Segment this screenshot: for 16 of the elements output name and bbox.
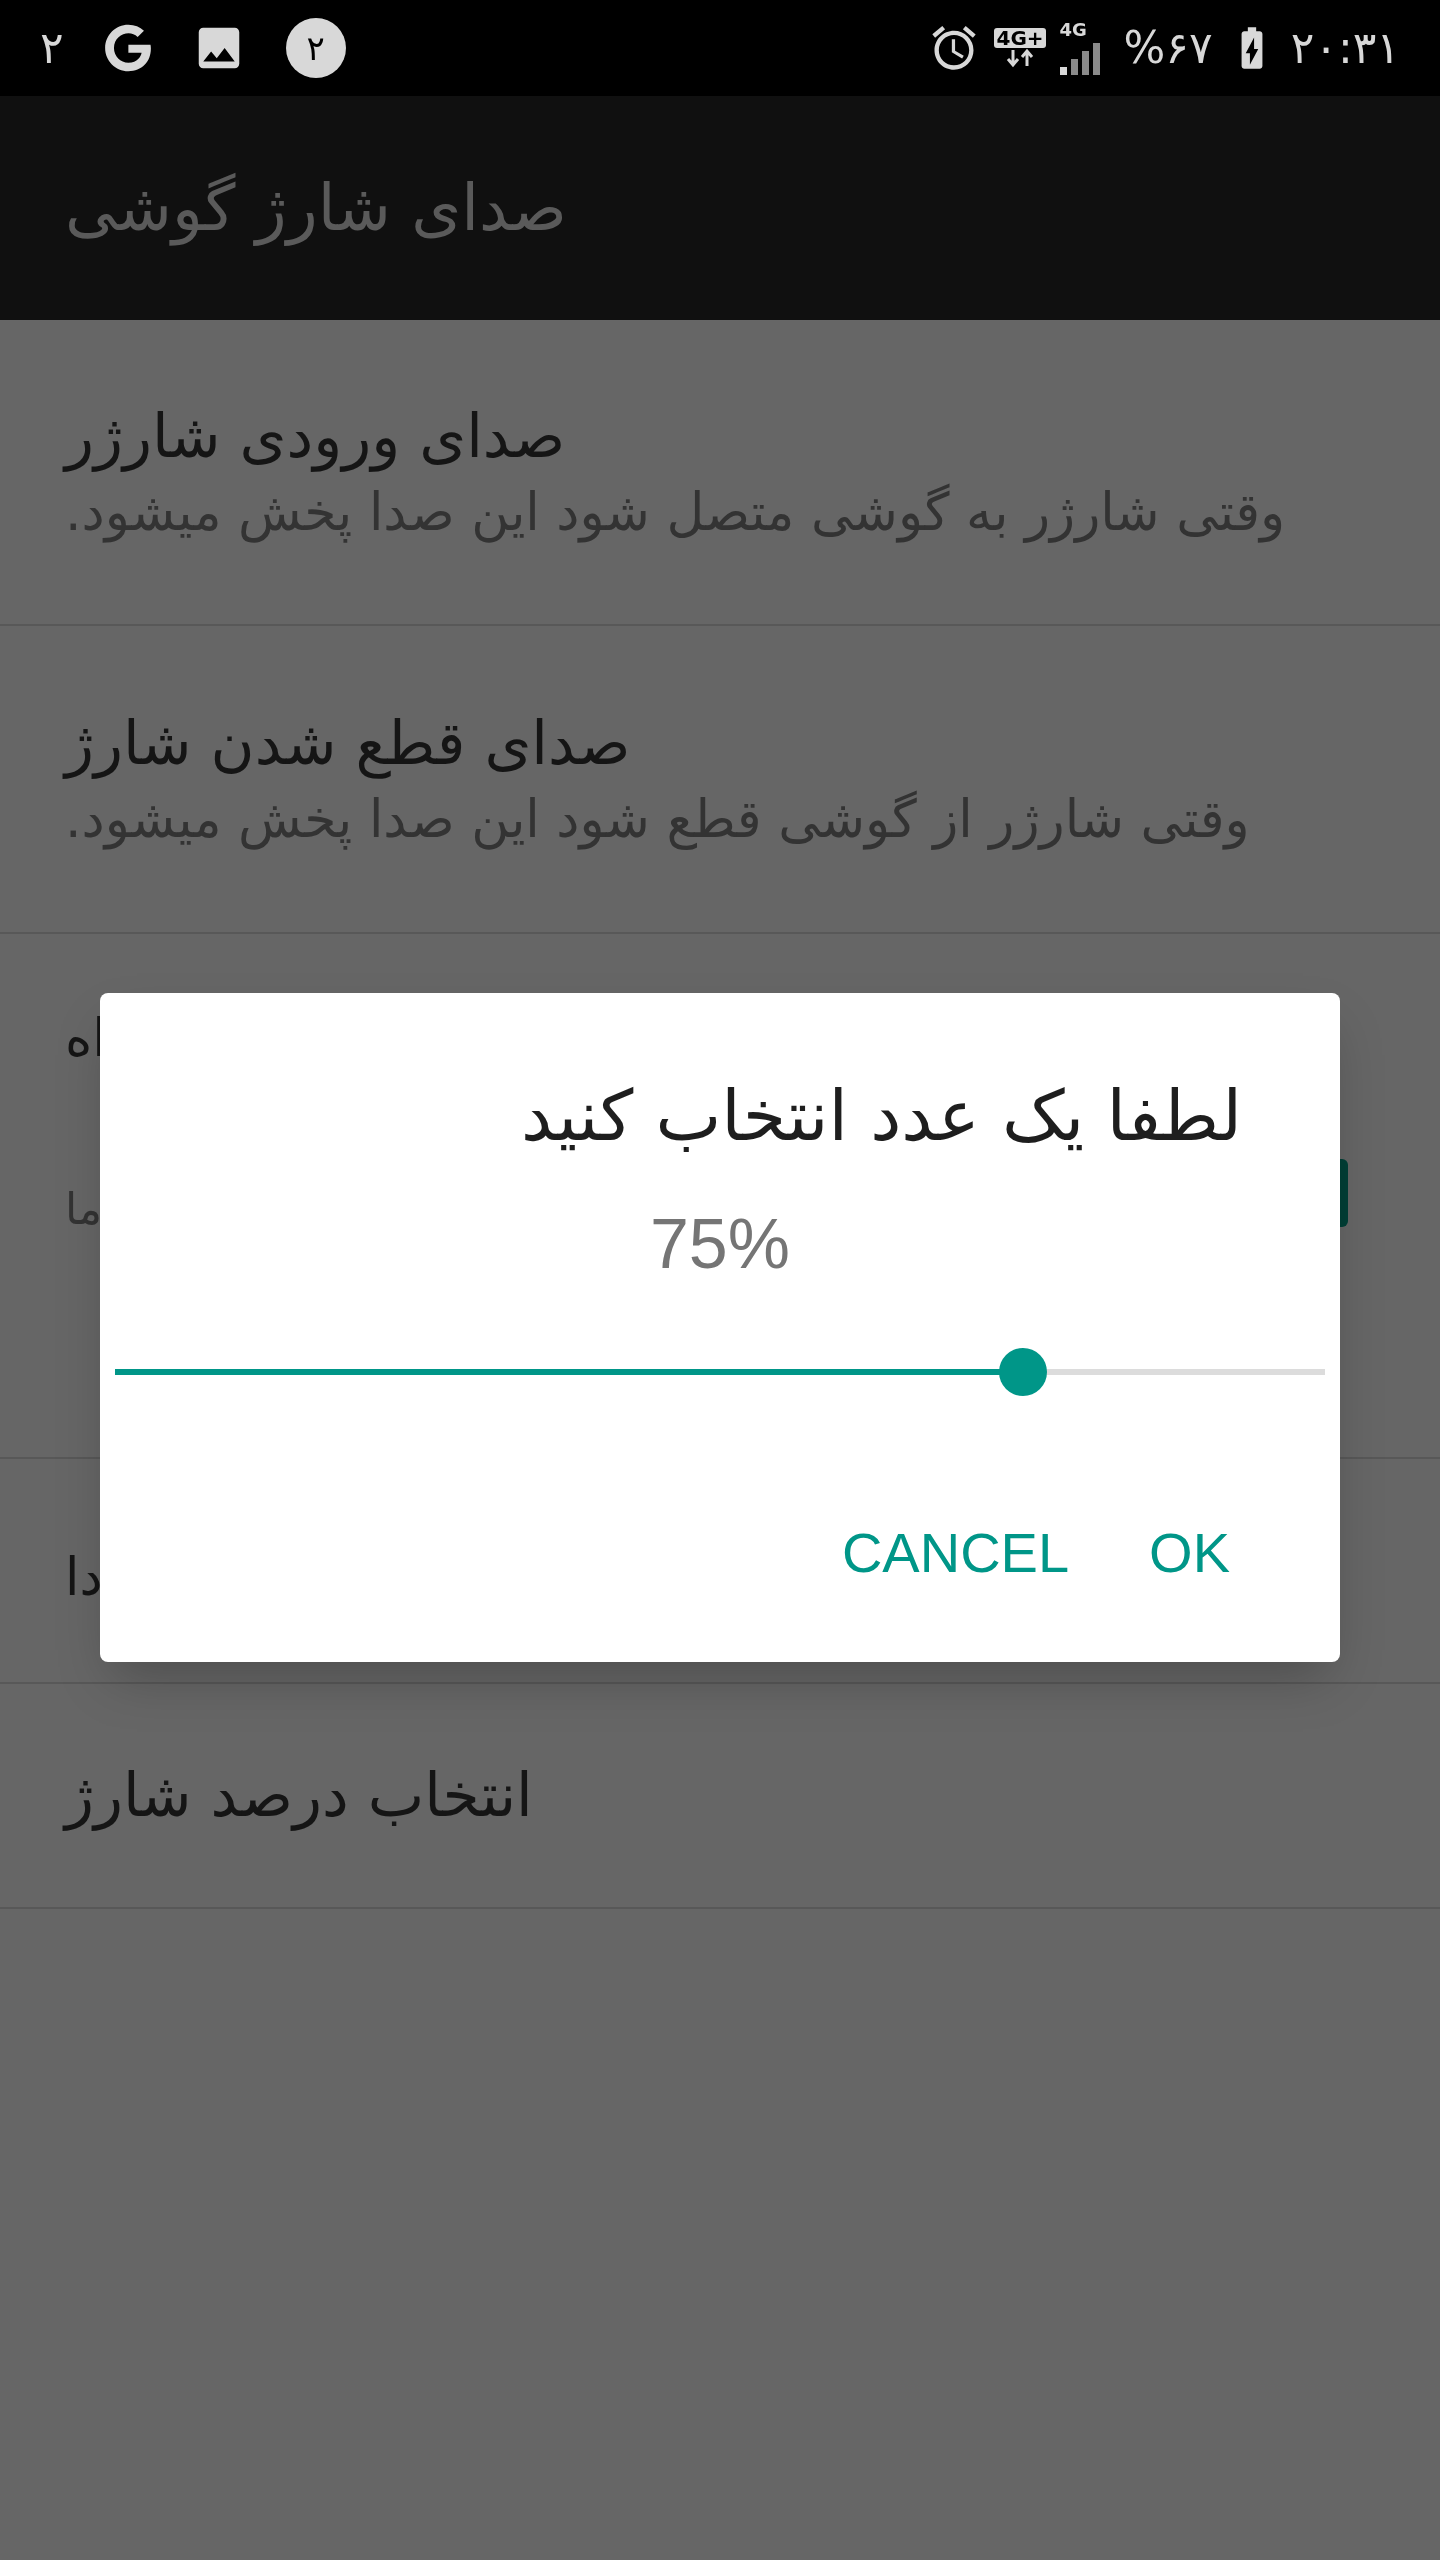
dialog-button[interactable]: OK xyxy=(1129,1508,1250,1598)
slider[interactable] xyxy=(115,1348,1325,1396)
notification-badge: ۲ xyxy=(285,18,346,78)
network-label: 4G+ xyxy=(994,28,1046,48)
battery-percent: %۶۷ xyxy=(1123,26,1213,70)
google-icon xyxy=(103,24,152,72)
data-arrows-icon xyxy=(1005,48,1035,68)
signal-label: 4G xyxy=(1059,21,1087,39)
slider-thumb[interactable] xyxy=(998,1348,1047,1396)
clock-time: ۲۰:۳۱ xyxy=(1290,26,1400,70)
notification-count: ۲ xyxy=(40,26,64,70)
dialog-title: لطفا یک عدد انتخاب کنید xyxy=(520,1074,1242,1159)
app-bar-title: صدای شارژ گوشی xyxy=(65,170,567,248)
value-reading: 75% xyxy=(649,1203,791,1285)
dialog-button[interactable]: CANCEL xyxy=(821,1508,1090,1598)
setting-title: دا xyxy=(65,1546,103,1609)
